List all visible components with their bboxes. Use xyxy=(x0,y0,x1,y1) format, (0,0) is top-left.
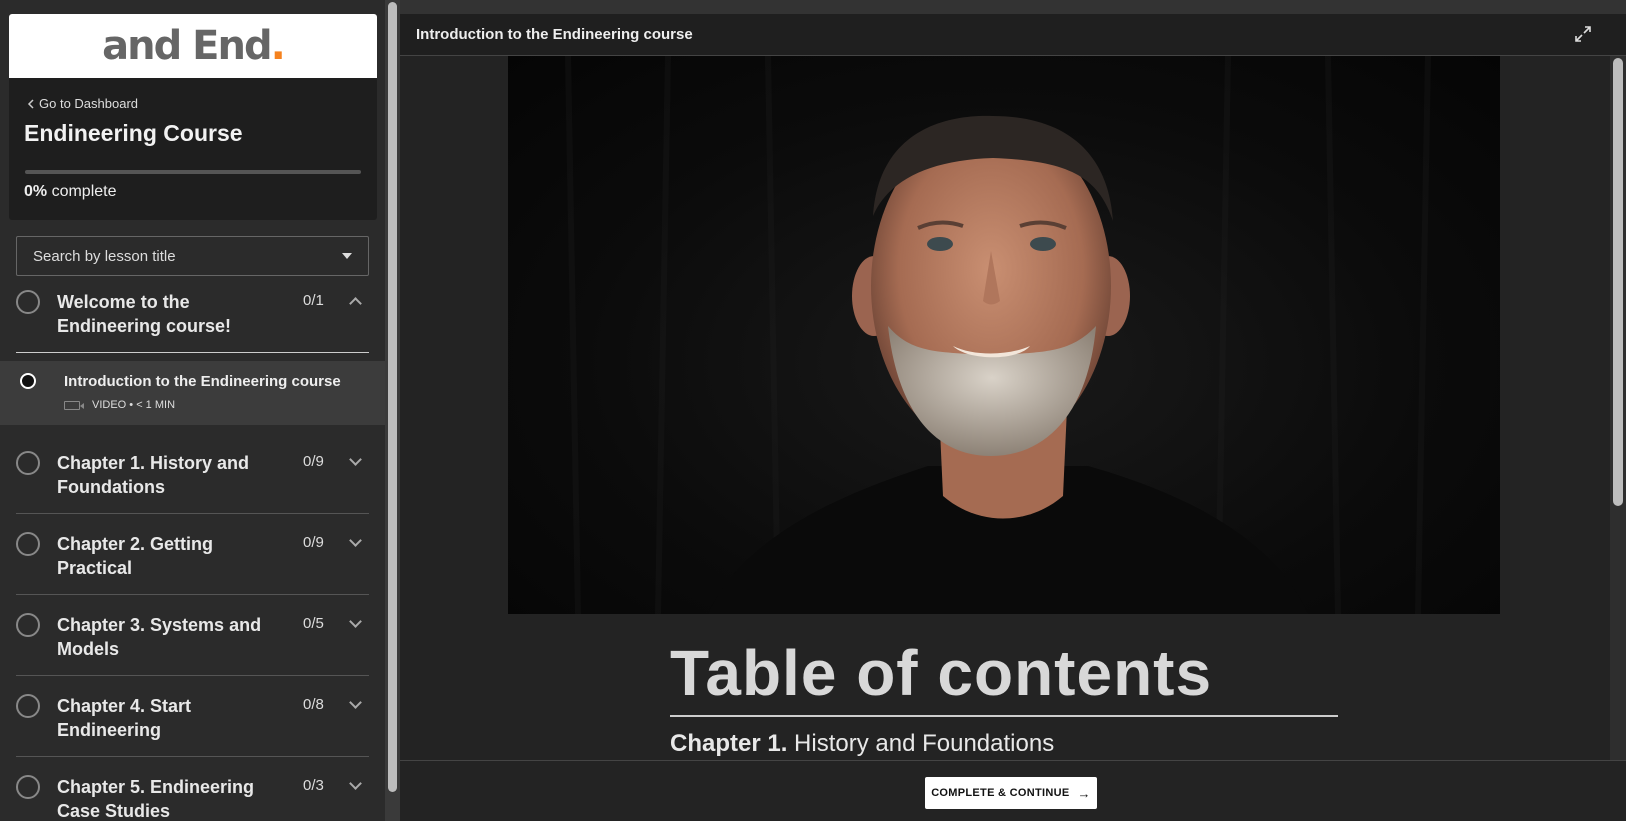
lesson-footer: COMPLETE & CONTINUE → xyxy=(400,760,1626,821)
lesson-content: Table of contents Chapter 1. History and… xyxy=(400,56,1610,760)
chapter-title: Chapter 4. Start Endineering xyxy=(57,696,192,740)
video-camera-icon xyxy=(64,400,84,410)
chapter-status-circle-icon xyxy=(16,451,40,475)
chevron-down-icon[interactable] xyxy=(349,453,362,466)
sidebar-scrollbar[interactable] xyxy=(385,0,400,821)
chapter-status-circle-icon xyxy=(16,694,40,718)
chevron-down-icon[interactable] xyxy=(349,696,362,709)
chapter-welcome[interactable]: Welcome to the Endineering course! 0/1 xyxy=(16,290,369,353)
complete-and-continue-button[interactable]: COMPLETE & CONTINUE → xyxy=(925,777,1097,809)
chapter-status-circle-icon xyxy=(16,532,40,556)
chevron-down-icon[interactable] xyxy=(349,777,362,790)
chapter-4[interactable]: Chapter 4. Start Endineering 0/8 xyxy=(16,684,369,757)
table-of-contents-divider xyxy=(670,715,1338,717)
expand-icon[interactable] xyxy=(1574,25,1592,43)
course-title: Endineering Course xyxy=(24,120,243,146)
chevron-down-icon[interactable] xyxy=(349,534,362,547)
progress-percent: 0% xyxy=(24,183,48,200)
sidebar: and End. Go to Dashboard Endineering Cou… xyxy=(0,0,385,821)
video-player[interactable] xyxy=(508,56,1500,614)
chapter-status-circle-icon xyxy=(16,290,40,314)
chevron-left-icon xyxy=(27,98,34,109)
chevron-up-icon[interactable] xyxy=(349,297,362,310)
lesson-meta: VIDEO • < 1 MIN xyxy=(64,399,175,411)
chapter-title: Chapter 5. Endineering Case Studies xyxy=(57,777,255,821)
lesson-search-placeholder: Search by lesson title xyxy=(33,247,176,265)
chapter-title: Welcome to the Endineering course! xyxy=(57,292,232,336)
app: and End. Go to Dashboard Endineering Cou… xyxy=(0,0,1626,821)
arrow-right-icon: → xyxy=(1077,785,1091,801)
caret-down-icon xyxy=(342,253,352,259)
chapter-title: Chapter 3. Systems and Models xyxy=(57,615,262,659)
table-of-contents-title: Table of contents xyxy=(670,637,1213,709)
logo-dot: . xyxy=(270,23,286,69)
chapter-title: Chapter 1. History and Foundations xyxy=(57,453,250,497)
lesson-header-title: Introduction to the Endineering course xyxy=(416,26,693,43)
chapter-list: Welcome to the Endineering course! 0/1 I… xyxy=(0,290,385,821)
main-panel: Introduction to the Endineering course T… xyxy=(400,0,1626,821)
chapter-count: 0/3 xyxy=(303,777,324,794)
lesson-search-select[interactable]: Search by lesson title xyxy=(16,236,369,276)
lesson-item-introduction[interactable]: Introduction to the Endineering course V… xyxy=(0,361,385,425)
progress-text: 0% complete xyxy=(24,183,117,201)
chapter-status-circle-icon xyxy=(16,613,40,637)
logo-box: and End. xyxy=(9,14,377,78)
chapter-title: Chapter 2. Getting Practical xyxy=(57,534,214,578)
lesson-header: Introduction to the Endineering course xyxy=(400,14,1626,56)
chapter-2[interactable]: Chapter 2. Getting Practical 0/9 xyxy=(16,522,369,595)
content-scrollbar-thumb[interactable] xyxy=(1613,58,1623,506)
sidebar-header: and End. Go to Dashboard Endineering Cou… xyxy=(9,14,377,220)
chapter-count: 0/5 xyxy=(303,615,324,632)
lesson-status-circle-icon xyxy=(20,373,36,389)
chapter-5[interactable]: Chapter 5. Endineering Case Studies 0/3 xyxy=(16,765,369,821)
content-scrollbar[interactable] xyxy=(1610,56,1626,760)
logo-text: and End xyxy=(102,23,272,69)
lesson-meta-text: VIDEO • < 1 MIN xyxy=(92,399,176,411)
toc-item-text: History and Foundations xyxy=(794,730,1055,757)
go-to-dashboard-label: Go to Dashboard xyxy=(39,96,139,111)
table-of-contents-item: Chapter 1. History and Foundations xyxy=(670,730,1054,758)
chapter-1[interactable]: Chapter 1. History and Foundations 0/9 xyxy=(16,441,369,514)
progress-suffix: complete xyxy=(51,183,117,200)
chapter-3[interactable]: Chapter 3. Systems and Models 0/5 xyxy=(16,603,369,676)
chapter-count: 0/9 xyxy=(303,453,324,470)
chapter-count: 0/1 xyxy=(303,292,324,309)
lesson-title: Introduction to the Endineering course xyxy=(64,373,341,390)
complete-and-continue-label: COMPLETE & CONTINUE xyxy=(931,787,1070,799)
chapter-count: 0/8 xyxy=(303,696,324,713)
chapter-status-circle-icon xyxy=(16,775,40,799)
progress-bar xyxy=(25,170,361,174)
toc-item-prefix: Chapter 1. xyxy=(670,730,788,757)
chapter-count: 0/9 xyxy=(303,534,324,551)
top-strip xyxy=(400,0,1626,14)
sidebar-scrollbar-thumb[interactable] xyxy=(388,2,397,792)
presenter-video-frame xyxy=(565,56,1431,614)
go-to-dashboard-link[interactable]: Go to Dashboard xyxy=(27,96,138,111)
logo: and End. xyxy=(102,23,286,69)
chevron-down-icon[interactable] xyxy=(349,615,362,628)
